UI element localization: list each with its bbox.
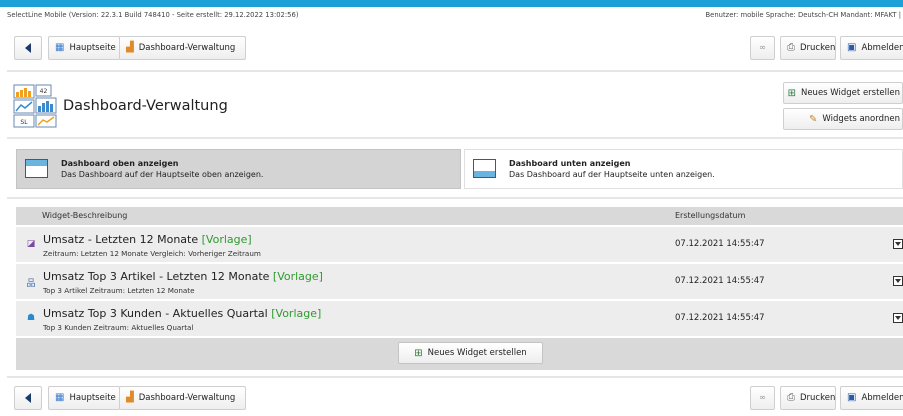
print-button[interactable]: ⎙ Drucken (780, 386, 836, 410)
back-button[interactable] (14, 386, 42, 410)
row-menu-button[interactable] (893, 239, 903, 249)
home-button[interactable]: ▦ Hauptseite (48, 386, 120, 410)
arrange-widgets-button[interactable]: ✎ Widgets anordnen (783, 108, 903, 130)
dashboard-icon: ▟ (126, 42, 134, 53)
home-icon: ▦ (55, 42, 65, 53)
template-tag: [Vorlage] (272, 270, 323, 283)
back-arrow-icon (25, 43, 31, 53)
widget-subtitle: Top 3 Kunden Zeitraum: Aktuelles Quartal (43, 323, 194, 332)
widget-title-text: Umsatz - Letzten 12 Monate (43, 233, 199, 246)
chart-icon: ◪ (26, 239, 36, 249)
dashboard-label: Dashboard-Verwaltung (138, 43, 236, 53)
widget-title-text: Umsatz Top 3 Kunden - Aktuelles Quartal (43, 307, 268, 320)
template-tag: [Vorlage] (201, 233, 252, 246)
new-widget-icon: ⊞ (414, 347, 423, 359)
widget-title-text: Umsatz Top 3 Artikel - Letzten 12 Monate (43, 270, 270, 283)
option-title: Dashboard oben anzeigen (61, 159, 179, 168)
logout-icon: ▣ (847, 392, 857, 403)
chevron-down-icon (895, 242, 901, 246)
widget-date: 07.12.2021 14:55:47 (675, 239, 765, 249)
new-widget-footer-label: Neues Widget erstellen (427, 348, 527, 358)
top-toolbar: ▦ Hauptseite ▟ Dashboard-Verwaltung ∞ ⎙ … (6, 36, 903, 64)
preview-button[interactable]: ∞ (750, 386, 775, 410)
user-info: Benutzer: mobile Sprache: Deutsch-CH Man… (705, 11, 902, 19)
table-row[interactable]: 品 Umsatz Top 3 Artikel - Letzten 12 Mona… (16, 264, 903, 300)
back-arrow-icon (25, 393, 31, 403)
logout-button[interactable]: ▣ Abmelden (840, 386, 903, 410)
table-header: Widget-Beschreibung Erstellungsdatum (16, 207, 903, 225)
print-button[interactable]: ⎙ Drucken (780, 36, 836, 60)
widget-subtitle: Zeitraum: Letzten 12 Monate Vergleich: V… (43, 249, 261, 258)
new-widget-icon: ⊞ (787, 87, 796, 99)
layout-top-icon (25, 159, 48, 178)
widget-date: 07.12.2021 14:55:47 (675, 313, 765, 323)
dashboard-management-button[interactable]: ▟ Dashboard-Verwaltung (119, 36, 246, 60)
option-title: Dashboard unten anzeigen (509, 159, 631, 168)
logo-text: SL (20, 119, 28, 126)
glasses-icon: ∞ (758, 393, 767, 403)
logout-label: Abmelden (861, 393, 903, 403)
top-accent-bar (0, 0, 903, 7)
chevron-down-icon (895, 316, 901, 320)
divider (7, 70, 903, 72)
divider (7, 197, 903, 199)
dashboard-management-button[interactable]: ▟ Dashboard-Verwaltung (119, 386, 246, 410)
print-label: Drucken (800, 393, 836, 403)
template-tag: [Vorlage] (271, 307, 322, 320)
layout-bottom-icon (473, 159, 496, 178)
chevron-down-icon (895, 279, 901, 283)
option-dashboard-top[interactable]: Dashboard oben anzeigen Das Dashboard au… (16, 149, 461, 189)
new-widget-label: Neues Widget erstellen (800, 88, 900, 98)
home-label: Hauptseite (69, 393, 116, 403)
widget-title: Umsatz - Letzten 12 Monate [Vorlage] (43, 233, 252, 246)
home-label: Hauptseite (69, 43, 116, 53)
person-icon: ☗ (26, 313, 36, 323)
divider (7, 376, 903, 378)
widget-title: Umsatz Top 3 Artikel - Letzten 12 Monate… (43, 270, 323, 283)
table-row[interactable]: ☗ Umsatz Top 3 Kunden - Aktuelles Quarta… (16, 301, 903, 337)
page-title: Dashboard-Verwaltung (63, 98, 228, 114)
home-button[interactable]: ▦ Hauptseite (48, 36, 120, 60)
printer-icon: ⎙ (787, 42, 795, 53)
home-icon: ▦ (55, 392, 65, 403)
printer-icon: ⎙ (787, 392, 795, 403)
row-menu-button[interactable] (893, 313, 903, 323)
back-button[interactable] (14, 36, 42, 60)
option-dashboard-bottom[interactable]: Dashboard unten anzeigen Das Dashboard a… (464, 149, 903, 189)
print-label: Drucken (800, 43, 836, 53)
glasses-icon: ∞ (758, 43, 767, 53)
table-footer: ⊞ Neues Widget erstellen (16, 338, 903, 370)
dashboard-label: Dashboard-Verwaltung (138, 393, 236, 403)
option-description: Das Dashboard auf der Hauptseite oben an… (61, 170, 264, 179)
hierarchy-icon: 品 (26, 279, 36, 289)
info-bar: SelectLine Mobile (Version: 22.3.1 Build… (0, 11, 903, 23)
new-widget-footer-button[interactable]: ⊞ Neues Widget erstellen (398, 342, 543, 364)
divider (7, 137, 903, 139)
column-header-date: Erstellungsdatum (675, 211, 746, 220)
pencil-icon: ✎ (809, 113, 818, 125)
arrange-widgets-label: Widgets anordnen (822, 114, 900, 124)
logout-icon: ▣ (847, 42, 857, 53)
logout-button[interactable]: ▣ Abmelden (840, 36, 903, 60)
dashboard-logo-icon: 42 SL (13, 84, 57, 128)
logout-label: Abmelden (861, 43, 903, 53)
row-menu-button[interactable] (893, 276, 903, 286)
bottom-toolbar: ▦ Hauptseite ▟ Dashboard-Verwaltung ∞ ⎙ … (6, 386, 903, 414)
table-row[interactable]: ◪ Umsatz - Letzten 12 Monate [Vorlage] Z… (16, 227, 903, 263)
preview-button[interactable]: ∞ (750, 36, 775, 60)
option-description: Das Dashboard auf der Hauptseite unten a… (509, 170, 715, 179)
logo-number: 42 (40, 88, 48, 95)
column-header-description: Widget-Beschreibung (42, 211, 128, 220)
version-info: SelectLine Mobile (Version: 22.3.1 Build… (7, 11, 299, 19)
widget-date: 07.12.2021 14:55:47 (675, 276, 765, 286)
dashboard-icon: ▟ (126, 392, 134, 403)
new-widget-button[interactable]: ⊞ Neues Widget erstellen (783, 82, 903, 104)
widget-title: Umsatz Top 3 Kunden - Aktuelles Quartal … (43, 307, 321, 320)
widget-subtitle: Top 3 Artikel Zeitraum: Letzten 12 Monat… (43, 286, 195, 295)
